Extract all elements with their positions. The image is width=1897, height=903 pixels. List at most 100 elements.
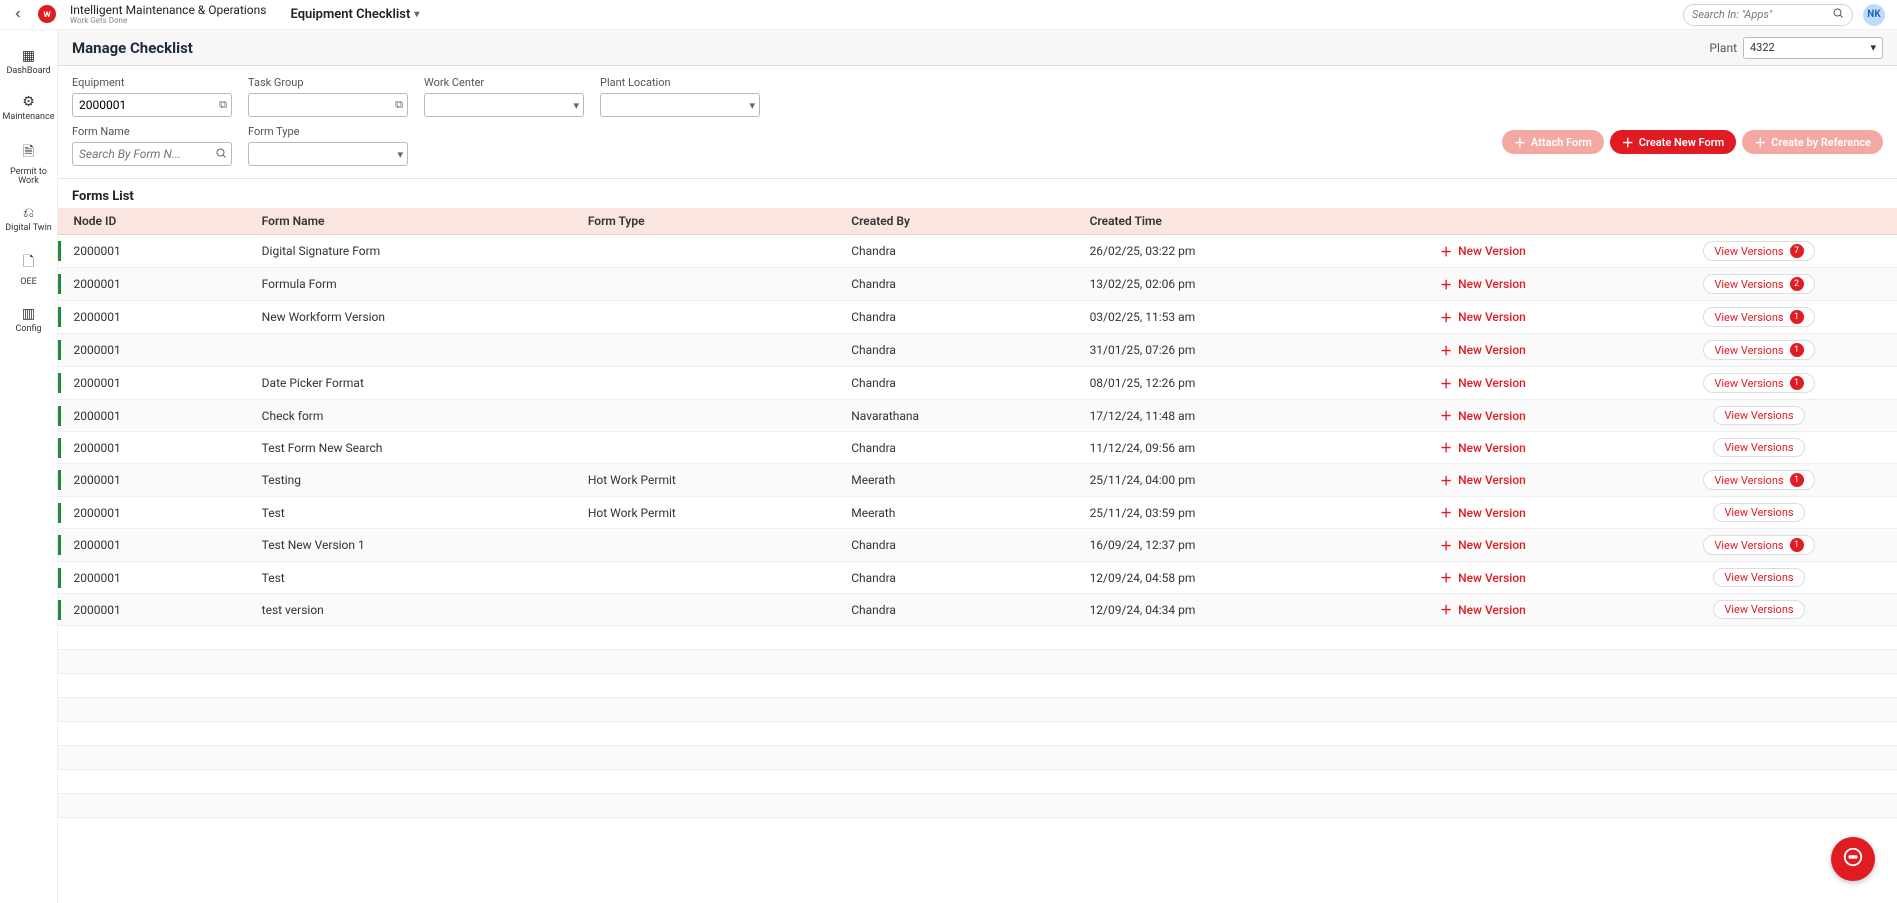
cell-form-name: Digital Signature Form [254,235,580,268]
plant-select[interactable]: 4322 ▾ [1743,37,1883,59]
new-version-button[interactable]: ＋New Version [1440,276,1526,293]
forms-table-wrap[interactable]: Node ID Form Name Form Type Created By C… [58,208,1897,903]
th-created-by[interactable]: Created By [843,208,1081,235]
cell-created-time: 31/01/25, 07:26 pm [1082,334,1345,367]
view-versions-button[interactable]: View Versions7 [1703,241,1814,261]
table-row[interactable]: 2000001 Date Picker Format Chandra 08/01… [58,367,1897,400]
view-versions-button[interactable]: View Versions [1713,568,1804,587]
new-version-button[interactable]: ＋New Version [1440,309,1526,326]
sidebar-item-digital-twin[interactable]: ⎌ Digital Twin [0,205,57,233]
form-type-select[interactable]: ▾ [248,142,408,166]
table-row[interactable]: 2000001 Digital Signature Form Chandra 2… [58,235,1897,268]
form-name-input[interactable] [79,147,225,161]
table-row[interactable]: 2000001 Test Hot Work Permit Meerath 25/… [58,497,1897,529]
breadcrumb[interactable]: Equipment Checklist ▾ [290,7,419,22]
search-icon[interactable] [215,147,227,162]
new-version-button[interactable]: ＋New Version [1440,569,1526,586]
cell-node-id: 2000001 [66,235,254,268]
global-search-input[interactable] [1692,8,1832,21]
view-versions-button[interactable]: View Versions2 [1703,274,1814,294]
view-versions-label: View Versions [1724,506,1793,519]
task-group-input[interactable]: ⧉ [248,93,408,117]
sidebar-item-config[interactable]: ▥ Config [0,306,57,334]
new-version-button[interactable]: ＋New Version [1440,243,1526,260]
create-by-reference-button[interactable]: ＋Create by Reference [1742,130,1883,154]
breadcrumb-label: Equipment Checklist [290,7,410,22]
plant-location-select[interactable]: ▾ [600,93,760,117]
sidebar-item-dashboard[interactable]: ▦ DashBoard [0,48,57,76]
row-marker [58,594,66,626]
lookup-icon[interactable]: ⧉ [395,98,403,112]
cell-node-id: 2000001 [66,268,254,301]
task-group-field[interactable] [255,98,401,112]
table-row[interactable]: 2000001 Formula Form Chandra 13/02/25, 0… [58,268,1897,301]
new-version-button[interactable]: ＋New Version [1440,342,1526,359]
table-row-empty [58,722,1897,746]
new-version-label: New Version [1458,441,1526,455]
table-row[interactable]: 2000001 Test New Version 1 Chandra 16/09… [58,529,1897,562]
view-versions-button[interactable]: View Versions1 [1703,373,1814,393]
table-row-empty [58,650,1897,674]
cell-created-time: 12/09/24, 04:34 pm [1082,594,1345,626]
view-versions-button[interactable]: View Versions [1713,406,1804,425]
version-count-badge: 1 [1790,310,1804,324]
dashboard-icon: ▦ [22,48,35,64]
table-row[interactable]: 2000001 Test Chandra 12/09/24, 04:58 pm … [58,562,1897,594]
new-version-button[interactable]: ＋New Version [1440,439,1526,456]
new-version-button[interactable]: ＋New Version [1440,537,1526,554]
table-row[interactable]: 2000001 Testing Hot Work Permit Meerath … [58,464,1897,497]
sidebar-item-label: DashBoard [4,67,52,76]
new-version-label: New Version [1458,409,1526,423]
table-row[interactable]: 2000001 New Workform Version Chandra 03/… [58,301,1897,334]
th-form-name[interactable]: Form Name [254,208,580,235]
attach-form-button[interactable]: ＋Attach Form [1502,130,1604,154]
row-marker [58,529,66,562]
plant-location-label: Plant Location [600,76,760,89]
view-versions-button[interactable]: View Versions [1713,503,1804,522]
table-row-empty [58,626,1897,650]
lookup-icon[interactable]: ⧉ [219,98,227,112]
new-version-button[interactable]: ＋New Version [1440,601,1526,618]
work-center-select[interactable]: ▾ [424,93,584,117]
view-versions-button[interactable]: View Versions [1713,600,1804,619]
sidebar-item-label: Config [13,325,43,334]
view-versions-button[interactable]: View Versions [1713,438,1804,457]
avatar[interactable]: NK [1863,4,1885,26]
equipment-input[interactable]: ⧉ [72,93,232,117]
form-name-search[interactable] [72,142,232,166]
row-marker [58,268,66,301]
sidebar-item-oee[interactable]: 🗋 OEE [0,251,57,287]
table-row[interactable]: 2000001 Chandra 31/01/25, 07:26 pm ＋New … [58,334,1897,367]
back-button[interactable] [12,5,24,24]
plus-icon: ＋ [1754,134,1766,151]
table-row[interactable]: 2000001 Test Form New Search Chandra 11/… [58,432,1897,464]
new-version-button[interactable]: ＋New Version [1440,375,1526,392]
plus-icon: ＋ [1440,243,1452,260]
view-versions-button[interactable]: View Versions1 [1703,340,1814,360]
create-new-form-button[interactable]: ＋Create New Form [1610,130,1736,154]
table-row[interactable]: 2000001 Check form Navarathana 17/12/24,… [58,400,1897,432]
new-version-button[interactable]: ＋New Version [1440,504,1526,521]
cell-created-by: Meerath [843,497,1081,529]
new-version-button[interactable]: ＋New Version [1440,472,1526,489]
th-form-type[interactable]: Form Type [580,208,843,235]
view-versions-button[interactable]: View Versions1 [1703,307,1814,327]
global-search[interactable] [1683,4,1853,26]
page-header: Manage Checklist Plant 4322 ▾ [58,30,1897,66]
cell-form-type: Hot Work Permit [580,497,843,529]
cell-created-by: Chandra [843,268,1081,301]
th-node-id[interactable]: Node ID [66,208,254,235]
view-versions-label: View Versions [1714,377,1783,390]
view-versions-button[interactable]: View Versions1 [1703,535,1814,555]
version-count-badge: 2 [1790,277,1804,291]
view-versions-button[interactable]: View Versions1 [1703,470,1814,490]
sidebar-item-permit[interactable]: 🗎 Permit to Work [0,141,57,187]
cell-created-by: Chandra [843,562,1081,594]
config-icon: ▥ [22,306,35,322]
table-row[interactable]: 2000001 test version Chandra 12/09/24, 0… [58,594,1897,626]
equipment-field[interactable] [79,98,225,112]
sidebar-item-maintenance[interactable]: ⚙ Maintenance [0,94,57,122]
chat-fab[interactable] [1831,837,1875,881]
th-created-time[interactable]: Created Time [1082,208,1345,235]
new-version-button[interactable]: ＋New Version [1440,407,1526,424]
